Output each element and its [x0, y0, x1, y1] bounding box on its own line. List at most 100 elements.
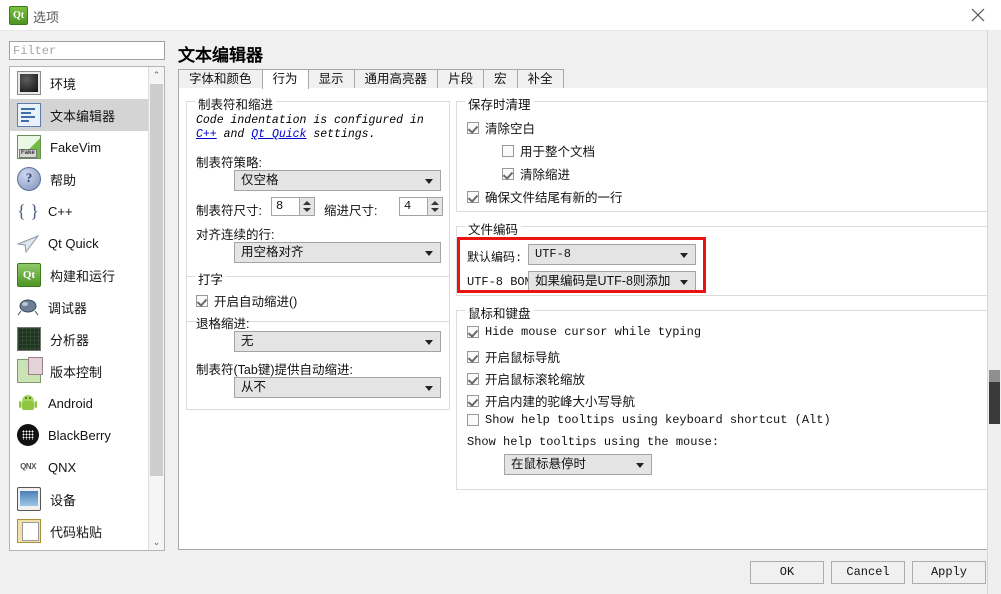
checkbox-auto-indent[interactable]: 开启自动缩进()	[196, 291, 297, 310]
group-label-cleanup-on-save: 保存时清理	[465, 94, 534, 113]
checkbox-box	[467, 414, 479, 426]
indent-size-label: 缩进尺寸:	[324, 204, 378, 218]
blackberry-icon	[17, 424, 39, 446]
checkbox-label: 用于整个文档	[520, 145, 596, 159]
close-icon[interactable]	[955, 0, 1001, 30]
checkbox-label: 清除空白	[485, 122, 536, 136]
window-scroll-thumb-top[interactable]	[989, 370, 1000, 382]
window-scroll-thumb[interactable]	[989, 382, 1000, 424]
checkbox-hide-mouse-cursor[interactable]: Hide mouse cursor while typing	[467, 325, 701, 339]
align-continuation-combo[interactable]: 用空格对齐	[234, 242, 441, 263]
indent-size-value: 4	[404, 199, 412, 213]
sidebar-item-label: 分析器	[50, 332, 90, 348]
backspace-indentation-value: 无	[241, 334, 254, 348]
scroll-up-icon[interactable]: ⌃	[149, 67, 164, 83]
scroll-down-icon[interactable]: ⌄	[149, 534, 164, 550]
apply-button[interactable]: Apply	[912, 561, 986, 584]
sidebar-item-android[interactable]: Android	[10, 387, 150, 419]
checkbox-label: 开启鼠标导航	[485, 351, 561, 365]
sidebar-item-label: QNX	[48, 459, 77, 475]
chevron-down-icon	[680, 253, 688, 258]
sidebar-item-label: Android	[48, 395, 93, 411]
sidebar-item-qnx[interactable]: QNX QNX	[10, 451, 150, 483]
sidebar-item-[interactable]: 版本控制	[10, 355, 150, 387]
cpp-settings-link[interactable]: C++	[196, 128, 217, 141]
text-editor-icon	[17, 103, 41, 127]
chevron-down-icon	[680, 280, 688, 285]
code-paster-icon	[17, 519, 41, 543]
chevron-down-icon	[636, 463, 644, 468]
tab-6[interactable]: 补全	[516, 69, 564, 88]
tab-0[interactable]: 字体和颜色	[178, 69, 263, 88]
options-dialog: Qt 选项 环境文本编辑器FakeFakeVim?帮助{ }C++ Qt Quic…	[0, 0, 1001, 594]
checkbox-label: 确保文件结尾有新的一行	[485, 191, 623, 205]
sidebar-scrollbar[interactable]: ⌃ ⌄	[148, 67, 164, 550]
tab-key-indentation-value: 从不	[241, 380, 267, 394]
sidebar-item-[interactable]: 文本编辑器	[10, 99, 150, 131]
checkbox-box	[467, 190, 479, 203]
filter-input[interactable]	[9, 41, 165, 60]
sidebar-item-c[interactable]: { } C++	[10, 195, 150, 227]
sidebar-item-[interactable]: ? 帮助	[10, 163, 150, 195]
tab-size-value: 8	[276, 199, 284, 213]
tab-3[interactable]: 通用高亮器	[353, 69, 439, 88]
tab-policy-combo[interactable]: 仅空格	[234, 170, 441, 191]
checkbox-in-entire-document[interactable]: 用于整个文档	[502, 141, 595, 160]
qnx-icon: QNX	[20, 462, 36, 471]
backspace-indentation-label: 退格缩进:	[196, 317, 250, 331]
checkbox-tooltip-shortcut[interactable]: Show help tooltips using keyboard shortc…	[467, 413, 831, 427]
group-typing: 打字 开启自动缩进() 退格缩进: 无 制表符(Tab键)提供自动缩进: 从不	[186, 269, 450, 410]
checkbox-camel-case-navigation[interactable]: 开启内建的驼峰大小写导航	[467, 391, 635, 410]
sidebar-item-label: BlackBerry	[48, 427, 111, 443]
tab-size-stepper[interactable]	[299, 198, 314, 215]
info-middle: and	[216, 128, 252, 141]
checkbox-wheel-zoom[interactable]: 开启鼠标滚轮缩放	[467, 369, 585, 388]
sidebar-item-fakevim[interactable]: Fake FakeVim	[10, 131, 150, 163]
tab-4[interactable]: 片段	[437, 69, 485, 88]
sidebar-item-label: 设备	[50, 492, 77, 508]
sidebar-item-[interactable]: 调试器	[10, 291, 150, 323]
tab-5[interactable]: 宏	[483, 69, 518, 88]
group-mouse-and-keyboard: 鼠标和键盘 Hide mouse cursor while typing 开启鼠…	[456, 303, 989, 490]
tab-2[interactable]: 显示	[307, 69, 355, 88]
window-title: 选项	[33, 10, 60, 25]
tab-bar: 字体和颜色 行为 显示 通用高亮器 片段宏补全	[178, 69, 995, 89]
indent-size-stepper[interactable]	[427, 198, 442, 215]
tab-key-indentation-combo[interactable]: 从不	[234, 377, 441, 398]
checkbox-mouse-navigation[interactable]: 开启鼠标导航	[467, 347, 560, 366]
checkbox-clean-whitespace[interactable]: 清除空白	[467, 118, 535, 137]
tab-1[interactable]: 行为	[261, 69, 309, 89]
cancel-button[interactable]: Cancel	[831, 561, 905, 584]
group-label-mouse-and-keyboard: 鼠标和键盘	[465, 303, 534, 322]
sidebar-scroll-thumb[interactable]	[150, 84, 163, 476]
utf8-bom-combo[interactable]: 如果编码是UTF-8则添加	[528, 271, 696, 292]
backspace-indentation-combo[interactable]: 无	[234, 331, 441, 352]
sidebar-item-[interactable]: 代码粘贴	[10, 515, 150, 547]
info-prefix: Code indentation is configured in	[196, 114, 424, 127]
qt-logo-icon: Qt	[9, 6, 28, 25]
ok-button[interactable]: OK	[750, 561, 824, 584]
sidebar-item-qt-quick[interactable]: Qt Quick	[10, 227, 150, 259]
sidebar-item-[interactable]: 环境	[10, 67, 150, 99]
sidebar-item-blackberry[interactable]: BlackBerry	[10, 419, 150, 451]
chevron-down-icon	[425, 386, 433, 391]
group-label-file-encoding: 文件编码	[465, 219, 522, 238]
sidebar-item-[interactable]: Qt 构建和运行	[10, 259, 150, 291]
default-encoding-combo[interactable]: UTF-8	[528, 244, 696, 265]
qt-quick-settings-link[interactable]: Qt Quick	[251, 128, 306, 141]
tooltip-mouse-value: 在鼠标悬停时	[511, 457, 587, 471]
checkbox-box	[467, 121, 479, 134]
sidebar-item-[interactable]: 设备	[10, 483, 150, 515]
sidebar-item-label: Qt Quick	[48, 235, 99, 251]
checkbox-clean-indentation[interactable]: 清除缩进	[502, 164, 570, 183]
info-suffix: settings.	[306, 128, 376, 141]
tooltip-mouse-combo[interactable]: 在鼠标悬停时	[504, 454, 652, 475]
tab-size-spinbox[interactable]: 8	[271, 197, 315, 216]
indent-size-spinbox[interactable]: 4	[399, 197, 443, 216]
sidebar-item-[interactable]: 分析器	[10, 323, 150, 355]
title-bar: Qt 选项	[0, 0, 1001, 31]
checkbox-ensure-newline[interactable]: 确保文件结尾有新的一行	[467, 187, 623, 206]
window-scrollbar[interactable]	[987, 30, 1001, 594]
chevron-down-icon	[425, 251, 433, 256]
qt-quick-icon	[16, 232, 40, 254]
